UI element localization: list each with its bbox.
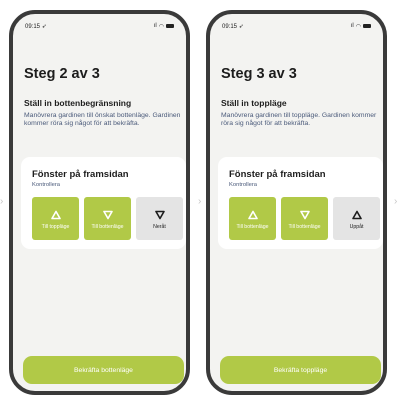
section-title: Ställ in bottenbegränsning <box>24 98 132 108</box>
to-top-button[interactable]: Till toppläge <box>32 197 79 240</box>
card-title: Fönster på framsidan <box>32 169 129 180</box>
window-card: Fönster på framsidan Kontrollera Till bo… <box>218 157 383 249</box>
wifi-icon: ◠ <box>355 23 361 30</box>
confirm-top-button[interactable]: Bekräfta toppläge <box>220 356 381 384</box>
section-title: Ställ in toppläge <box>221 98 287 108</box>
outline-up-triangle-icon <box>50 210 61 219</box>
to-bottom-button[interactable]: Till bottenläge <box>281 197 328 240</box>
clock-text: 09:15 <box>25 23 41 30</box>
button-label: Uppåt <box>349 223 364 230</box>
to-bottom-button[interactable]: Till bottenläge <box>229 197 276 240</box>
page-title: Steg 3 av 3 <box>221 66 297 82</box>
outline-down-triangle-icon <box>154 210 165 219</box>
signal-icon: ıl <box>153 23 157 29</box>
move-up-button[interactable]: Uppåt <box>333 197 380 240</box>
location-arrow-icon: ➶ <box>41 23 47 30</box>
wifi-icon: ◠ <box>158 23 164 30</box>
signal-icon: ıl <box>350 23 354 29</box>
confirm-bottom-button[interactable]: Bekräfta bottenläge <box>23 356 184 384</box>
status-icons: ıl ◠ <box>351 23 371 30</box>
button-label: Neråt <box>153 223 166 230</box>
card-subtitle: Kontrollera <box>229 182 258 188</box>
outline-up-triangle-icon <box>247 210 258 219</box>
flow-arrow-icon: › <box>394 196 398 207</box>
status-time: 09:15 ➶ <box>25 23 47 30</box>
card-title: Fönster på framsidan <box>229 169 326 180</box>
window-card: Fönster på framsidan Kontrollera Till to… <box>21 157 186 249</box>
status-icons: ıl ◠ <box>154 23 174 30</box>
button-label: Till bottenläge <box>91 223 124 230</box>
phone-screen-step-2: 09:15 ➶ ıl ◠ Steg 2 av 3 Ställ in botten… <box>9 10 190 395</box>
outline-up-triangle-icon <box>351 210 362 219</box>
battery-icon <box>363 24 371 28</box>
card-subtitle: Kontrollera <box>32 182 61 188</box>
location-arrow-icon: ➶ <box>238 23 244 30</box>
button-label: Till bottenläge <box>236 223 269 230</box>
phone-screen-step-3: 09:15 ➶ ıl ◠ Steg 3 av 3 Ställ in topplä… <box>206 10 387 395</box>
status-time: 09:15 ➶ <box>222 23 244 30</box>
to-bottom-button[interactable]: Till bottenläge <box>84 197 131 240</box>
button-label: Till toppläge <box>41 223 70 230</box>
status-bar: 09:15 ➶ ıl ◠ <box>25 20 174 32</box>
instruction-text: Manövrera gardinen till toppläge. Gardin… <box>221 112 377 128</box>
battery-icon <box>166 24 174 28</box>
outline-down-triangle-icon <box>299 210 310 219</box>
move-down-button[interactable]: Neråt <box>136 197 183 240</box>
button-label: Till bottenläge <box>288 223 321 230</box>
clock-text: 09:15 <box>222 23 238 30</box>
outline-down-triangle-icon <box>102 210 113 219</box>
instruction-text: Manövrera gardinen till önskat bottenläg… <box>24 112 181 128</box>
status-bar: 09:15 ➶ ıl ◠ <box>222 20 371 32</box>
page-title: Steg 2 av 3 <box>24 66 100 82</box>
